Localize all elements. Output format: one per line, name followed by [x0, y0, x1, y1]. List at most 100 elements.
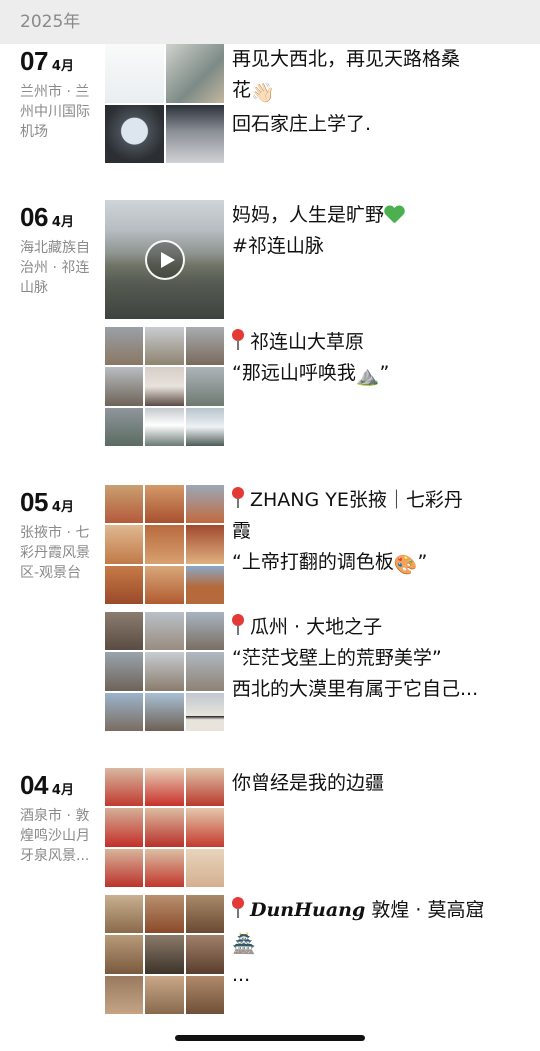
photo-cell: [185, 565, 224, 604]
post-text[interactable]: 祁连山大草原 “那远山呼唤我⛰️”: [232, 327, 522, 392]
post-text-line: 霞: [232, 520, 252, 542]
photo-grid-thumbnail[interactable]: [105, 768, 224, 887]
post-text-line: 你曾经是我的边疆: [232, 772, 385, 794]
post-text-line: 再见大西北，再见天路格桑: [232, 48, 461, 70]
post-date: 06 4月: [20, 202, 74, 233]
post-month: 4月: [51, 59, 74, 74]
home-indicator[interactable]: [175, 1035, 365, 1041]
photo-cell: [145, 565, 184, 604]
photo-cell: [105, 367, 144, 406]
post-location: 张掖市 · 七彩丹霞风景区-观景台: [20, 525, 90, 581]
video-thumbnail[interactable]: [105, 200, 224, 319]
photo-cell: [105, 975, 144, 1014]
photo-cell: [185, 848, 224, 887]
photo-cell: [105, 485, 144, 524]
photo-cell: [145, 652, 184, 691]
photo-cell: [145, 407, 184, 446]
post-text-line: “那远山呼唤我⛰️”: [232, 358, 522, 392]
location-pin-icon: [232, 897, 244, 919]
photo-cell: [105, 525, 144, 564]
post-text-line: ...: [232, 964, 251, 986]
post-month: 4月: [51, 215, 74, 230]
photo-cell: [185, 692, 224, 731]
post-text[interactable]: 妈妈，人生是旷野 #祁连山脉: [232, 200, 522, 262]
photo-cell: [185, 485, 224, 524]
post-location: 酒泉市 · 敦煌鸣沙山月牙泉风景...: [20, 808, 90, 864]
location-pin-icon: [232, 614, 244, 636]
photo-cell: [145, 935, 184, 974]
photo-grid-thumbnail[interactable]: [105, 895, 224, 1014]
wave-hand-icon: 👋🏻: [251, 82, 275, 104]
year-header: 2025年: [0, 0, 540, 44]
post-text-line: 瓜州 · 大地之子: [232, 612, 522, 643]
photo-cell: [185, 975, 224, 1014]
photo-cell: [105, 652, 144, 691]
photo-cell: [185, 327, 224, 366]
play-icon[interactable]: [145, 240, 185, 280]
post-text-line: DunHuang 敦煌 · 莫高窟: [232, 895, 522, 926]
photo-cell: [185, 808, 224, 847]
post-date: 07 4月: [20, 46, 74, 77]
photo-cell: [185, 935, 224, 974]
photo-grid-thumbnail[interactable]: [105, 327, 224, 446]
post-date: 04 4月: [20, 770, 74, 801]
post-text-line: 花👋🏻: [232, 75, 522, 109]
photo-cell: [105, 104, 164, 163]
post-day: 04: [20, 770, 48, 800]
location-pin-icon: [232, 487, 244, 509]
photo-cell: [105, 44, 164, 103]
photo-cell: [185, 525, 224, 564]
photo-cell: [105, 768, 144, 807]
photo-cell: [145, 975, 184, 1014]
photo-grid-thumbnail[interactable]: [105, 44, 224, 163]
post-day: 07: [20, 46, 48, 76]
photo-grid-thumbnail[interactable]: [105, 612, 224, 731]
temple-icon: 🏯: [232, 933, 256, 955]
post-text-line: 回石家庄上学了.: [232, 113, 372, 135]
photo-cell: [185, 768, 224, 807]
post-title-italic: DunHuang: [250, 899, 366, 921]
post-text-line: 祁连山大草原: [232, 327, 522, 358]
post-day: 06: [20, 202, 48, 232]
post-date: 05 4月: [20, 487, 74, 518]
post-text[interactable]: ZHANG YE张掖｜七彩丹 霞 “上帝打翻的调色板🎨”: [232, 485, 522, 581]
photo-cell: [105, 612, 144, 651]
photo-cell: [105, 895, 144, 934]
photo-cell: [105, 327, 144, 366]
post-text-line: 🏯: [232, 926, 522, 960]
post-text-line: 妈妈，人生是旷野: [232, 200, 522, 231]
photo-cell: [105, 407, 144, 446]
photo-cell: [165, 44, 224, 103]
post-text-line: “上帝打翻的调色板🎨”: [232, 547, 522, 581]
post-text-line: 西北的大漠里有属于它自己...: [232, 678, 479, 700]
photo-grid-thumbnail[interactable]: [105, 485, 224, 604]
post-text[interactable]: DunHuang 敦煌 · 莫高窟 🏯 ...: [232, 895, 522, 991]
post-day: 05: [20, 487, 48, 517]
photo-cell: [105, 692, 144, 731]
photo-cell: [185, 407, 224, 446]
photo-cell: [185, 895, 224, 934]
photo-cell: [105, 565, 144, 604]
post-month: 4月: [51, 500, 74, 515]
post-location: 海北藏族自治州 · 祁连山脉: [20, 240, 90, 296]
photo-cell: [145, 768, 184, 807]
photo-cell: [185, 612, 224, 651]
photo-cell: [105, 935, 144, 974]
photo-cell: [145, 692, 184, 731]
photo-cell: [145, 895, 184, 934]
post-location: 兰州市 · 兰州中川国际机场: [20, 84, 90, 140]
mountain-icon: ⛰️: [355, 365, 380, 387]
photo-cell: [145, 525, 184, 564]
post-text[interactable]: 再见大西北，再见天路格桑 花👋🏻 回石家庄上学了.: [232, 44, 522, 140]
photo-cell: [145, 367, 184, 406]
photo-cell: [145, 808, 184, 847]
post-text[interactable]: 你曾经是我的边疆: [232, 768, 522, 799]
photo-cell: [145, 848, 184, 887]
photo-cell: [105, 848, 144, 887]
palette-icon: 🎨: [393, 554, 418, 576]
photo-cell: [145, 327, 184, 366]
location-pin-icon: [232, 329, 244, 351]
photo-cell: [145, 485, 184, 524]
post-text[interactable]: 瓜州 · 大地之子 “茫茫戈壁上的荒野美学” 西北的大漠里有属于它自己...: [232, 612, 522, 705]
green-heart-icon: [384, 206, 404, 224]
